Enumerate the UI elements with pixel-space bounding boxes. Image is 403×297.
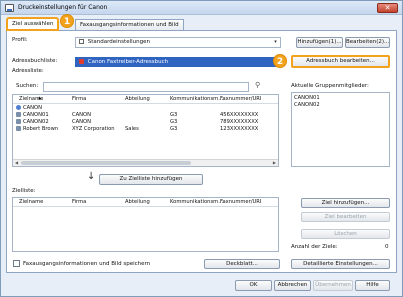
profile-label: Profil: [12, 37, 28, 43]
window-title: Druckeinstellungen für Canon [18, 4, 108, 11]
arrow-down-icon: ↓ [87, 171, 96, 182]
contact-icon [16, 126, 21, 131]
address-table[interactable]: Zielname ▲ Firma Abteilung Kommunikation… [12, 94, 279, 167]
close-button[interactable]: ✕ [377, 3, 398, 13]
profile-icon [79, 39, 84, 44]
save-fax-info-checkbox[interactable] [13, 260, 20, 267]
table-row[interactable]: CANON02 CANON G3 789XXXXXXXX [13, 119, 278, 126]
column-header-company[interactable]: Firma [72, 199, 86, 205]
print-settings-dialog: Druckeinstellungen für Canon ✕ Ziel ausw… [0, 0, 403, 297]
row-comm: G3 [170, 126, 178, 132]
add-target-button[interactable]: Ziel hinzufügen... [301, 198, 390, 208]
group-icon [16, 105, 21, 110]
title-bar: Druckeinstellungen für Canon ✕ [1, 1, 402, 15]
column-header-company[interactable]: Firma [72, 96, 86, 102]
row-company: CANON [72, 119, 92, 125]
row-name: CANON01 [23, 112, 49, 118]
search-input[interactable] [43, 82, 249, 92]
profile-value: Standardeinstellungen [87, 39, 150, 45]
scrollbar-thumb[interactable] [21, 161, 191, 165]
search-icon[interactable]: ⚲ [255, 81, 260, 89]
target-count-value: 0 [385, 244, 389, 250]
list-item[interactable]: CANON01 [294, 95, 320, 101]
row-fax: 123XXXXXXXX [220, 126, 259, 132]
column-header-fax[interactable]: Faxnummer/URI [220, 199, 261, 205]
apply-button[interactable]: Übernehmen [313, 280, 353, 291]
column-header-fax[interactable]: Faxnummer/URI [220, 96, 261, 102]
column-header-name[interactable]: Zielname [19, 199, 43, 205]
sort-up-icon: ▲ [38, 95, 42, 100]
tab-select-destination[interactable]: Ziel auswählen [6, 17, 60, 31]
delete-target-button[interactable]: Löschen [301, 229, 390, 239]
column-header-comm-mode[interactable]: Kommunikationsm... [170, 199, 223, 205]
column-header-department[interactable]: Abteilung [125, 96, 150, 102]
profile-edit-button[interactable]: Bearbeiten(2)... [345, 37, 390, 48]
row-fax: 789XXXXXXXX [220, 119, 259, 125]
target-count-label: Anzahl der Ziele: [291, 244, 338, 250]
add-to-target-list-button[interactable]: Zu Zielliste hinzufügen [99, 174, 203, 185]
horizontal-scrollbar[interactable]: ◀ ▶ [13, 159, 278, 166]
profile-add-button[interactable]: Hinzufügen(1)... [296, 37, 343, 48]
help-button[interactable]: Hilfe [355, 280, 390, 291]
row-name: Robert Brown [23, 126, 59, 132]
list-item[interactable]: CANON02 [294, 102, 320, 108]
scroll-left-icon[interactable]: ◀ [15, 160, 18, 166]
row-name: CANON02 [23, 119, 49, 125]
chevron-down-icon: ▾ [274, 39, 277, 45]
target-list-table[interactable]: Zielname Firma Abteilung Kommunikationsm… [12, 197, 279, 252]
scroll-right-icon[interactable]: ▶ [273, 160, 276, 166]
contact-icon [16, 119, 21, 124]
search-label: Suchen: [16, 83, 39, 89]
addresslist-label: Adressliste: [12, 68, 44, 74]
save-fax-info-label: Faxausgangsinformationen und Bild speich… [23, 261, 151, 267]
profile-select[interactable]: Standardeinstellungen ▾ [75, 37, 281, 48]
ok-button[interactable]: OK [235, 280, 272, 291]
group-members-label: Aktuelle Gruppenmitglieder: [291, 83, 369, 89]
table-row[interactable]: CANON01 CANON G3 456XXXXXXXX [13, 112, 278, 119]
cancel-button[interactable]: Abbrechen [274, 280, 311, 291]
printer-icon [5, 4, 14, 12]
group-members-list[interactable]: CANON01 CANON02 [291, 92, 390, 167]
target-list-header: Zielname Firma Abteilung Kommunikationsm… [13, 198, 278, 207]
column-header-department[interactable]: Abteilung [125, 199, 150, 205]
row-comm: G3 [170, 112, 178, 118]
row-comm: G3 [170, 119, 178, 125]
edit-target-button[interactable]: Ziel bearbeiten [301, 212, 390, 222]
table-row[interactable]: CANON [13, 105, 278, 112]
row-company: CANON [72, 112, 92, 118]
contact-icon [16, 112, 21, 117]
table-row[interactable]: Robert Brown XYZ Corporation Sales G3 12… [13, 126, 278, 133]
tab-fax-sending-info[interactable]: Faxausgangsinformationen und Bild [75, 19, 184, 30]
cover-sheet-button[interactable]: Deckblatt... [204, 259, 280, 269]
addressbook-icon [79, 59, 84, 64]
row-name: CANON [23, 105, 43, 111]
addressbook-select[interactable]: Canon Faxtreiber-Adressbuch ▾ [75, 57, 281, 67]
address-table-header: Zielname ▲ Firma Abteilung Kommunikation… [13, 95, 278, 104]
detailed-settings-button[interactable]: Detaillierte Einstellungen... [291, 259, 390, 269]
row-department: Sales [125, 126, 139, 132]
column-header-comm-mode[interactable]: Kommunikationsm... [170, 96, 223, 102]
addressbook-label: Adressbuchliste: [12, 58, 58, 64]
row-company: XYZ Corporation [72, 126, 115, 132]
callout-2: 2 [273, 54, 287, 68]
addressbook-value: Canon Faxtreiber-Adressbuch [87, 59, 169, 65]
callout-1: 1 [60, 14, 74, 28]
edit-addressbook-button[interactable]: Adressbuch bearbeiten... [291, 55, 390, 68]
row-fax: 456XXXXXXXX [220, 112, 259, 118]
target-list-label: Zielliste: [12, 188, 36, 194]
